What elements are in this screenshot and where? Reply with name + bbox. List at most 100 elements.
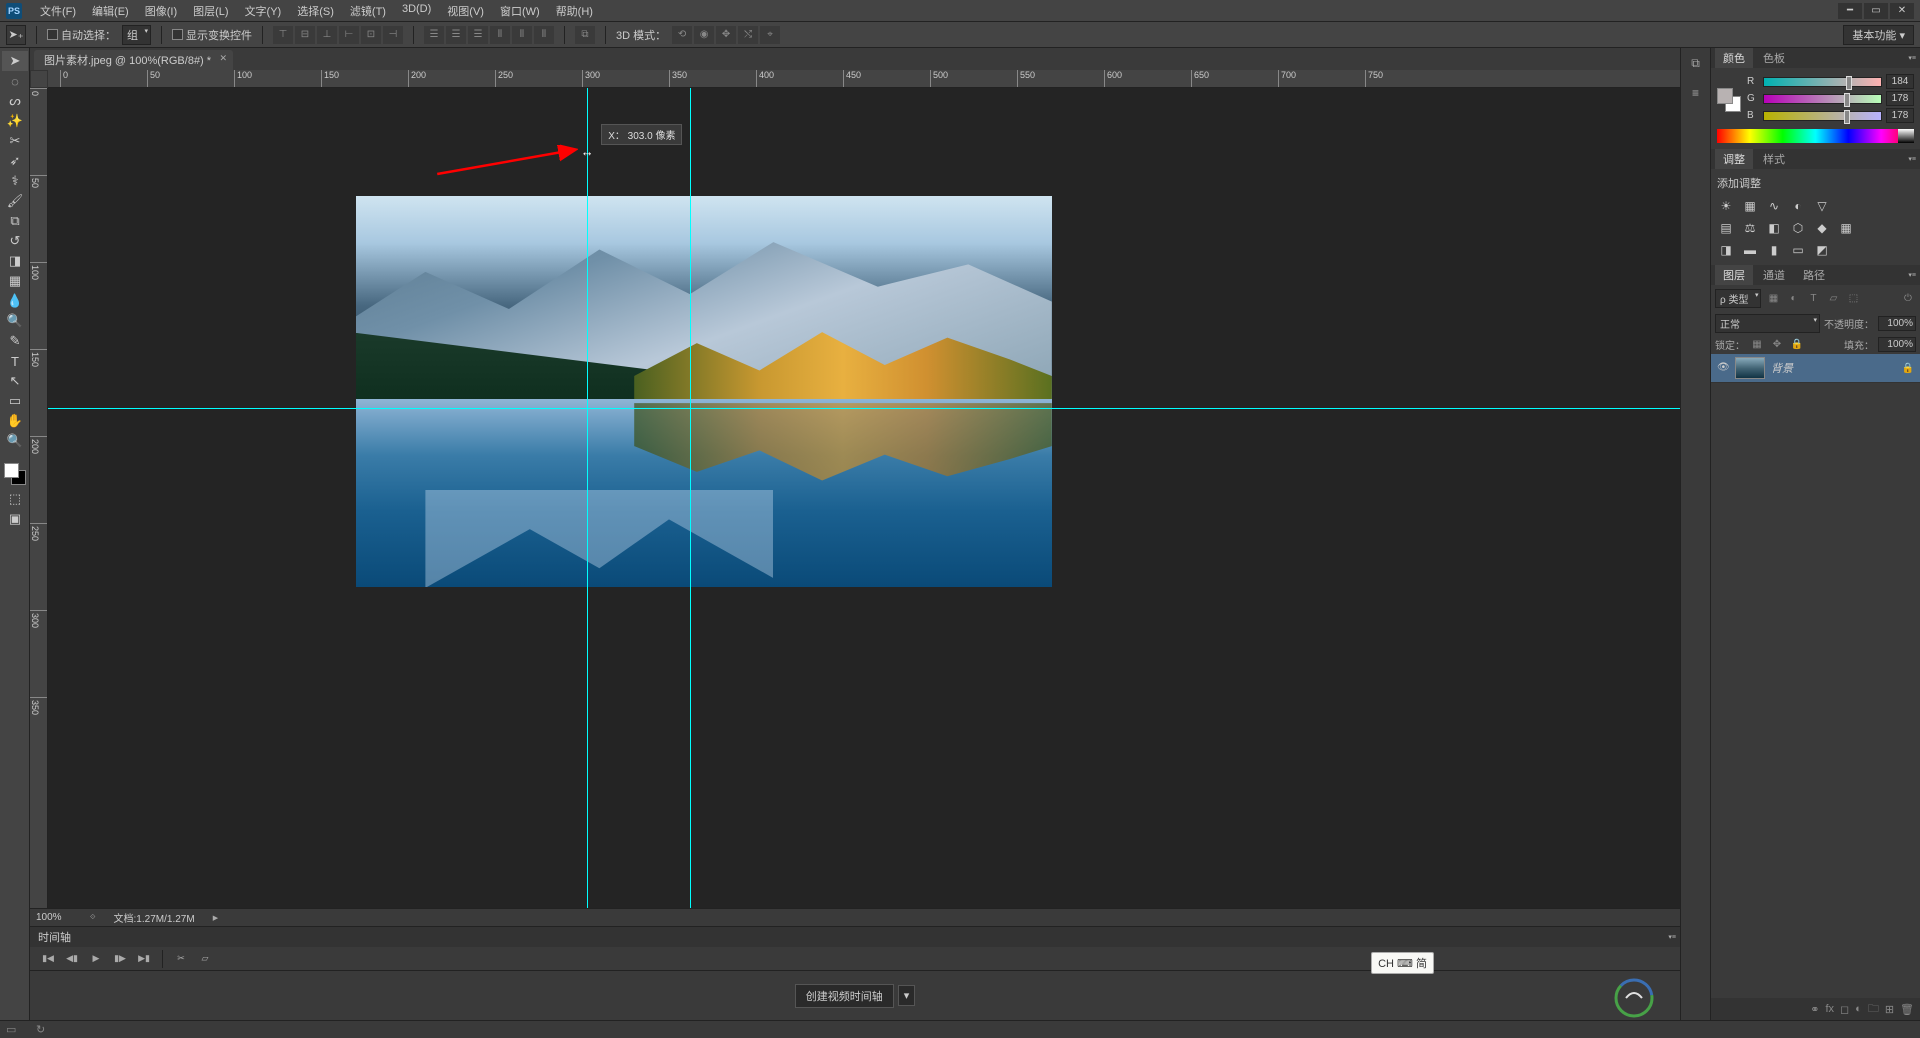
horizontal-ruler[interactable]: -150-100-5005010015020025030035040045050… bbox=[48, 70, 1680, 88]
link-layers-icon[interactable]: ⚭ bbox=[1810, 1003, 1819, 1016]
color-lookup-icon[interactable]: ▦ bbox=[1837, 219, 1855, 237]
close-button[interactable]: ✕ bbox=[1890, 3, 1914, 19]
menu-item[interactable]: 视图(V) bbox=[439, 1, 492, 21]
levels-icon[interactable]: ▦ bbox=[1741, 197, 1759, 215]
selective-color-icon[interactable]: ◩ bbox=[1813, 241, 1831, 259]
marquee-tool[interactable]: ◌ bbox=[2, 71, 28, 91]
type-tool[interactable]: T bbox=[2, 351, 28, 371]
vibrance-icon[interactable]: ▽ bbox=[1813, 197, 1831, 215]
blend-mode-dropdown[interactable]: 正常 bbox=[1715, 314, 1820, 333]
doc-info-caret-icon[interactable]: ▶ bbox=[213, 914, 218, 922]
gradient-tool[interactable]: ▦ bbox=[2, 271, 28, 291]
align-hcenter-icon[interactable]: ⊡ bbox=[361, 26, 381, 44]
filter-smart-icon[interactable]: ⬚ bbox=[1845, 292, 1861, 306]
document-tab[interactable]: 图片素材.jpeg @ 100%(RGB/8#) * ✕ bbox=[34, 50, 233, 70]
path-select-tool[interactable]: ↖ bbox=[2, 371, 28, 391]
orbit-3d-icon[interactable]: ⟲ bbox=[672, 26, 692, 44]
layer-mask-icon[interactable]: ◻ bbox=[1840, 1003, 1849, 1016]
brightness-icon[interactable]: ☀ bbox=[1717, 197, 1735, 215]
hue-icon[interactable]: ▤ bbox=[1717, 219, 1735, 237]
layer-filter-type[interactable]: ρ 类型 bbox=[1715, 289, 1761, 308]
lock-pixels-icon[interactable]: ▦ bbox=[1749, 338, 1765, 352]
auto-select-dropdown[interactable]: 组 bbox=[122, 25, 151, 45]
color-swatch[interactable] bbox=[4, 463, 26, 485]
clone-stamp-tool[interactable]: ⧉ bbox=[2, 211, 28, 231]
opacity-input[interactable] bbox=[1878, 316, 1916, 331]
bw-icon[interactable]: ◧ bbox=[1765, 219, 1783, 237]
layer-row[interactable]: 👁 背景 🔒 bbox=[1711, 354, 1920, 383]
minimize-button[interactable]: ━ bbox=[1838, 3, 1862, 19]
shape-tool[interactable]: ▭ bbox=[2, 391, 28, 411]
menu-item[interactable]: 图像(I) bbox=[137, 1, 185, 21]
roll-3d-icon[interactable]: ◉ bbox=[694, 26, 714, 44]
red-value[interactable]: 184 bbox=[1886, 74, 1914, 89]
photo-filter-icon[interactable]: ⬡ bbox=[1789, 219, 1807, 237]
panel-menu-icon[interactable]: ▾≡ bbox=[1908, 155, 1916, 163]
vertical-ruler[interactable]: 050100150200250300350 bbox=[30, 88, 48, 908]
menu-item[interactable]: 滤镜(T) bbox=[342, 1, 394, 21]
eyedropper-tool[interactable]: ➶ bbox=[2, 151, 28, 171]
green-value[interactable]: 178 bbox=[1886, 91, 1914, 106]
distribute-right-icon[interactable]: ⦀ bbox=[534, 26, 554, 44]
layer-thumbnail[interactable] bbox=[1735, 357, 1765, 379]
menu-item[interactable]: 帮助(H) bbox=[548, 1, 601, 21]
align-vcenter-icon[interactable]: ⊟ bbox=[295, 26, 315, 44]
sync-icon[interactable]: ↻ bbox=[36, 1023, 54, 1037]
mini-bridge-icon[interactable]: ▭ bbox=[6, 1023, 24, 1037]
ruler-origin[interactable] bbox=[30, 70, 48, 88]
invert-icon[interactable]: ◨ bbox=[1717, 241, 1735, 259]
swatches-tab[interactable]: 色板 bbox=[1755, 48, 1793, 68]
blue-value[interactable]: 178 bbox=[1886, 108, 1914, 123]
create-timeline-dropdown[interactable]: ▾ bbox=[898, 985, 916, 1006]
quick-mask-tool[interactable]: ⬚ bbox=[2, 489, 28, 509]
lock-all-icon[interactable]: 🔒 bbox=[1789, 338, 1805, 352]
history-panel-icon[interactable]: ⧉ bbox=[1685, 52, 1707, 74]
hand-tool[interactable]: ✋ bbox=[2, 411, 28, 431]
menu-item[interactable]: 图层(L) bbox=[185, 1, 236, 21]
maximize-button[interactable]: ▭ bbox=[1864, 3, 1888, 19]
zoom-3d-icon[interactable]: ⌖ bbox=[760, 26, 780, 44]
history-brush-tool[interactable]: ↺ bbox=[2, 231, 28, 251]
adjustments-tab[interactable]: 调整 bbox=[1715, 149, 1753, 169]
next-frame-icon[interactable]: ▮▶ bbox=[110, 951, 130, 967]
blue-slider[interactable] bbox=[1763, 111, 1882, 121]
red-slider[interactable] bbox=[1763, 77, 1882, 87]
color-tab[interactable]: 颜色 bbox=[1715, 48, 1753, 68]
menu-item[interactable]: 编辑(E) bbox=[84, 1, 137, 21]
color-spectrum[interactable] bbox=[1717, 129, 1914, 143]
layer-group-icon[interactable]: 🗀 bbox=[1868, 1000, 1879, 1019]
lock-position-icon[interactable]: ✥ bbox=[1769, 338, 1785, 352]
create-timeline-button[interactable]: 创建视频时间轴 bbox=[795, 984, 894, 1008]
filter-type-icon[interactable]: T bbox=[1805, 292, 1821, 306]
visibility-icon[interactable]: 👁 bbox=[1717, 362, 1729, 374]
eraser-tool[interactable]: ◨ bbox=[2, 251, 28, 271]
menu-item[interactable]: 选择(S) bbox=[289, 1, 342, 21]
foreground-color-icon[interactable] bbox=[4, 463, 19, 478]
layer-name[interactable]: 背景 bbox=[1771, 360, 1896, 376]
transition-icon[interactable]: ▱ bbox=[195, 951, 215, 967]
menu-item[interactable]: 文件(F) bbox=[32, 1, 84, 21]
align-left-icon[interactable]: ⊢ bbox=[339, 26, 359, 44]
gradient-map-icon[interactable]: ▭ bbox=[1789, 241, 1807, 259]
distribute-hcenter-icon[interactable]: ⦀ bbox=[512, 26, 532, 44]
dodge-tool[interactable]: 🔍 bbox=[2, 311, 28, 331]
brush-tool[interactable]: 🖌 bbox=[2, 191, 28, 211]
distribute-bottom-icon[interactable]: ☰ bbox=[468, 26, 488, 44]
workspace-switcher[interactable]: 基本功能 ▾ bbox=[1843, 25, 1914, 45]
auto-select-checkbox[interactable]: 自动选择： bbox=[47, 27, 116, 43]
lasso-tool[interactable]: ᔕ bbox=[2, 91, 28, 111]
pan-3d-icon[interactable]: ✥ bbox=[716, 26, 736, 44]
channels-tab[interactable]: 通道 bbox=[1755, 265, 1793, 285]
panel-menu-icon[interactable]: ▾≡ bbox=[1908, 54, 1916, 62]
delete-layer-icon[interactable]: 🗑 bbox=[1900, 1003, 1914, 1016]
color-balance-icon[interactable]: ⚖ bbox=[1741, 219, 1759, 237]
threshold-icon[interactable]: ▮ bbox=[1765, 241, 1783, 259]
screen-mode-tool[interactable]: ▣ bbox=[2, 509, 28, 529]
filter-shape-icon[interactable]: ▱ bbox=[1825, 292, 1841, 306]
adjustment-layer-icon[interactable]: ◐ bbox=[1855, 1003, 1862, 1015]
distribute-vcenter-icon[interactable]: ☰ bbox=[446, 26, 466, 44]
align-bottom-icon[interactable]: ⊥ bbox=[317, 26, 337, 44]
first-frame-icon[interactable]: ▮◀ bbox=[38, 951, 58, 967]
new-layer-icon[interactable]: ⊞ bbox=[1885, 1003, 1894, 1016]
exposure-icon[interactable]: ◐ bbox=[1789, 197, 1807, 215]
